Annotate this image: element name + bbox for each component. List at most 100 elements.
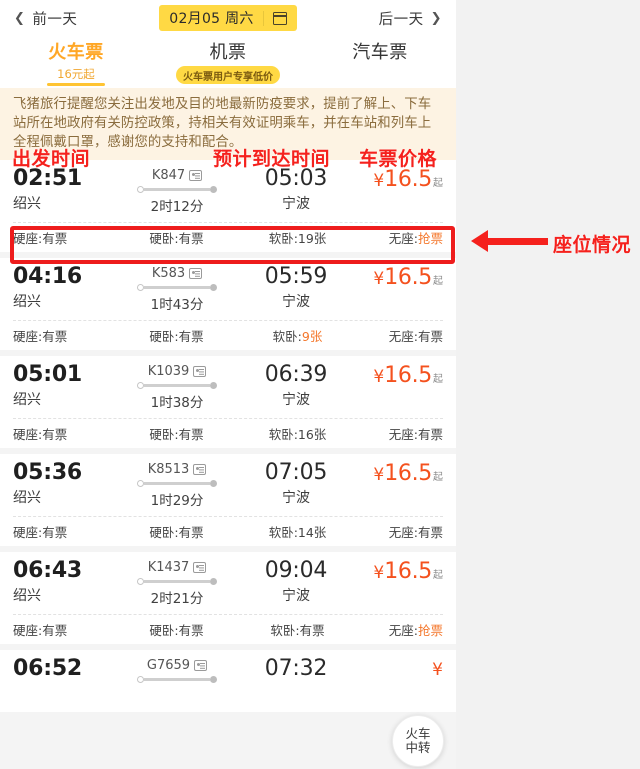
table-row[interactable]: 05:36 绍兴 K8513 1时29分 07:05 宁波 ¥16.5起 硬座:… bbox=[0, 454, 456, 546]
train-number-text: G7659 bbox=[146, 658, 191, 673]
departure-station: 绍兴 bbox=[13, 392, 41, 408]
train-number: G7659 bbox=[108, 658, 246, 673]
departure-column: 02:51 绍兴 bbox=[13, 166, 108, 213]
departure-column: 05:36 绍兴 bbox=[13, 460, 108, 507]
origin-dot-icon bbox=[137, 480, 144, 487]
annotation-departure-time: 出发时间 bbox=[12, 148, 91, 170]
origin-dot-icon bbox=[137, 186, 144, 193]
seat-label: 无座: bbox=[388, 427, 418, 442]
train-number-text: K1039 bbox=[147, 364, 190, 379]
route-line-graphic bbox=[108, 479, 246, 488]
ticket-price: ¥16.5起 bbox=[346, 265, 443, 295]
seat-soft-sleeper: 软卧:16张 bbox=[225, 424, 346, 443]
table-row[interactable]: 05:01 绍兴 K1039 1时38分 06:39 宁波 ¥16.5起 硬座:… bbox=[0, 356, 456, 448]
seat-availability-row: 硬座:有票 硬卧:有票 软卧:19张 无座:抢票 bbox=[13, 222, 443, 252]
train-number: K1039 bbox=[108, 364, 246, 379]
next-day-button[interactable]: 后一天 ❯ bbox=[379, 8, 442, 29]
table-row[interactable]: 06:43 绍兴 K1437 2时21分 09:04 宁波 ¥16.5起 硬座:… bbox=[0, 552, 456, 644]
seat-value: 有票 bbox=[417, 525, 443, 540]
seat-label: 硬卧: bbox=[149, 525, 179, 540]
destination-dot-icon bbox=[210, 284, 217, 291]
seat-availability-row: 硬座:有票 硬卧:有票 软卧:14张 无座:有票 bbox=[13, 516, 443, 546]
arrival-station: 宁波 bbox=[282, 588, 310, 604]
id-card-icon bbox=[189, 170, 203, 181]
seat-value: 有票 bbox=[42, 329, 68, 344]
channel-tabs: 火车票 16元起 机票 火车票用户专享低价 汽车票 bbox=[0, 36, 456, 88]
price-suffix: 起 bbox=[433, 570, 443, 581]
departure-station: 绍兴 bbox=[13, 196, 41, 212]
route-line-graphic bbox=[108, 381, 246, 390]
train-number: K8513 bbox=[108, 462, 246, 477]
arrival-column: 07:32 bbox=[246, 656, 346, 682]
tab-flight-tickets[interactable]: 机票 火车票用户专享低价 bbox=[152, 36, 304, 84]
id-card-icon bbox=[193, 366, 207, 377]
annotation-ticket-price: 车票价格 bbox=[359, 148, 438, 170]
seat-soft-sleeper: 软卧:14张 bbox=[225, 522, 346, 541]
seat-hard-seat: 硬座:有票 bbox=[13, 424, 110, 443]
next-day-label: 后一天 bbox=[378, 11, 424, 28]
departure-time: 04:16 bbox=[13, 264, 83, 289]
route-bar bbox=[144, 482, 210, 485]
selected-date-label: 02月05 周六 bbox=[169, 11, 254, 27]
seat-value: 抢票 bbox=[417, 623, 443, 638]
prev-day-button[interactable]: ❮ 前一天 bbox=[14, 8, 77, 29]
seat-value: 19张 bbox=[297, 231, 327, 246]
chevron-left-icon: ❮ bbox=[14, 10, 26, 26]
seat-standing: 无座:有票 bbox=[346, 326, 443, 345]
train-transfer-fab[interactable]: 火车 中转 bbox=[392, 715, 444, 767]
price-column: ¥16.5起 bbox=[346, 362, 443, 393]
route-line-graphic bbox=[108, 185, 246, 194]
date-navigation-bar: ❮ 前一天 02月05 周六 后一天 ❯ bbox=[0, 0, 456, 36]
departure-station: 绍兴 bbox=[13, 294, 41, 310]
seat-label: 硬座: bbox=[13, 329, 43, 344]
price-amount: 16.5 bbox=[384, 363, 432, 388]
annotation-arrow-seat-status bbox=[471, 230, 548, 252]
train-number-column: K8513 1时29分 bbox=[108, 460, 246, 509]
seat-value: 有票 bbox=[42, 623, 68, 638]
ticket-price: ¥16.5起 bbox=[346, 461, 443, 491]
currency-symbol: ¥ bbox=[373, 367, 385, 387]
destination-dot-icon bbox=[210, 480, 217, 487]
origin-dot-icon bbox=[137, 284, 144, 291]
table-row[interactable]: 04:16 绍兴 K583 1时43分 05:59 宁波 ¥16.5起 硬座:有… bbox=[0, 258, 456, 350]
ticket-price: ¥16.5起 bbox=[346, 363, 443, 393]
seat-label: 软卧: bbox=[268, 525, 298, 540]
train-number-column: G7659 bbox=[108, 656, 246, 685]
table-row[interactable]: 06:52 G7659 07:32 ¥ bbox=[0, 650, 456, 712]
destination-dot-icon bbox=[210, 578, 217, 585]
seat-value: 有票 bbox=[178, 525, 204, 540]
trip-duration: 1时43分 bbox=[150, 297, 204, 313]
route-bar bbox=[144, 580, 210, 583]
seat-label: 硬座: bbox=[13, 525, 43, 540]
arrival-column: 07:05 宁波 bbox=[246, 460, 346, 507]
seat-value: 有票 bbox=[417, 329, 443, 344]
tab-bus-tickets[interactable]: 汽车票 bbox=[304, 36, 456, 64]
calendar-icon[interactable] bbox=[272, 11, 287, 25]
seat-value: 有票 bbox=[178, 623, 204, 638]
seat-value: 有票 bbox=[178, 231, 204, 246]
seat-hard-sleeper: 硬卧:有票 bbox=[110, 424, 225, 443]
train-number: K1437 bbox=[108, 560, 246, 575]
seat-label: 硬座: bbox=[13, 623, 43, 638]
train-main-info: 05:36 绍兴 K8513 1时29分 07:05 宁波 ¥16.5起 bbox=[13, 460, 443, 516]
tab-train-tickets[interactable]: 火车票 16元起 bbox=[0, 36, 152, 86]
seat-label: 硬卧: bbox=[149, 329, 179, 344]
seat-soft-sleeper: 软卧:有票 bbox=[225, 620, 346, 639]
seat-value: 有票 bbox=[417, 427, 443, 442]
train-number: K583 bbox=[108, 266, 246, 281]
tab-flight-label: 机票 bbox=[209, 42, 247, 63]
origin-dot-icon bbox=[137, 382, 144, 389]
seat-value: 有票 bbox=[299, 623, 325, 638]
arrival-column: 06:39 宁波 bbox=[246, 362, 346, 409]
annotation-arrival-time: 预计到达时间 bbox=[213, 148, 331, 170]
train-number-text: K583 bbox=[151, 266, 186, 281]
table-row[interactable]: 02:51 绍兴 K847 2时12分 05:03 宁波 ¥16.5起 硬座:有… bbox=[0, 160, 456, 252]
departure-time: 06:43 bbox=[13, 558, 83, 583]
seat-label: 软卧: bbox=[268, 427, 298, 442]
seat-value: 有票 bbox=[178, 427, 204, 442]
seat-standing: 无座:有票 bbox=[346, 424, 443, 443]
price-column: ¥ bbox=[346, 656, 443, 683]
price-suffix: 起 bbox=[433, 472, 443, 483]
price-column: ¥16.5起 bbox=[346, 264, 443, 295]
date-picker-pill[interactable]: 02月05 周六 bbox=[159, 5, 297, 31]
